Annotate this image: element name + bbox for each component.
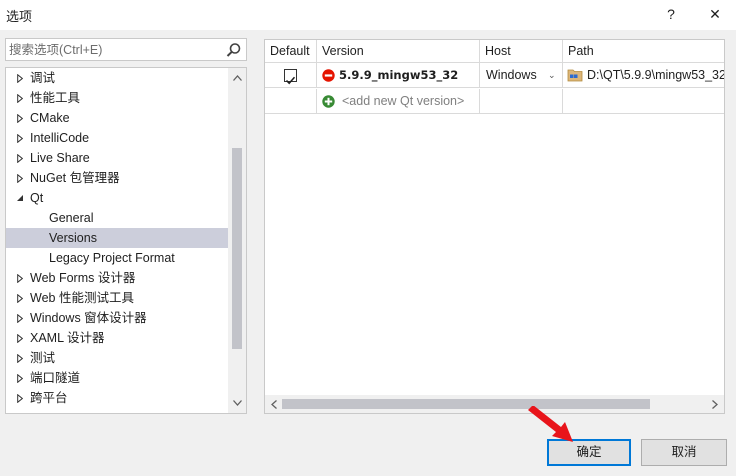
collapsed-arrow-icon[interactable] xyxy=(14,148,26,168)
scroll-down-icon[interactable] xyxy=(231,397,243,409)
tree-item[interactable]: Web 性能测试工具 xyxy=(6,288,228,308)
tree-item-label: Windows 窗体设计器 xyxy=(30,311,147,325)
scroll-left-icon[interactable] xyxy=(268,398,280,410)
collapsed-arrow-icon[interactable] xyxy=(14,268,26,288)
tree-scroll-thumb[interactable] xyxy=(232,148,242,349)
tree-item[interactable]: Legacy Project Format xyxy=(6,248,228,268)
expanded-arrow-icon[interactable] xyxy=(14,188,26,208)
options-search-box[interactable] xyxy=(5,38,247,61)
column-header-version[interactable]: Version xyxy=(316,40,479,63)
tree-vertical-scrollbar[interactable] xyxy=(228,68,246,413)
column-header-host[interactable]: Host xyxy=(479,40,562,63)
tree-item-label: Web Forms 设计器 xyxy=(30,271,136,285)
error-icon xyxy=(322,69,335,82)
tree-item-label: NuGet 包管理器 xyxy=(30,171,120,185)
tree-item[interactable]: Windows 窗体设计器 xyxy=(6,308,228,328)
tree-item-label: Live Share xyxy=(30,151,90,165)
tree-item[interactable]: IntelliCode xyxy=(6,128,228,148)
tree-item-label: Versions xyxy=(49,231,97,245)
tree-item[interactable]: 测试 xyxy=(6,348,228,368)
options-tree[interactable]: 调试性能工具 CMake IntelliCode Live Share NuGet 包管… xyxy=(5,67,247,414)
add-version-cell[interactable]: <add new Qt version> xyxy=(316,89,479,114)
search-icon[interactable] xyxy=(225,41,243,59)
tree-item[interactable]: NuGet 包管理器 xyxy=(6,168,228,188)
collapsed-arrow-icon[interactable] xyxy=(14,128,26,148)
grid-horizontal-scrollbar[interactable] xyxy=(265,395,724,413)
default-cell[interactable] xyxy=(265,63,316,88)
qt-versions-grid[interactable]: Default Version Host Path 5.9.9_mingw53_… xyxy=(264,39,725,414)
scroll-up-icon[interactable] xyxy=(231,72,243,84)
collapsed-arrow-icon[interactable] xyxy=(14,388,26,408)
tree-item[interactable]: XAML 设计器 xyxy=(6,328,228,348)
chevron-down-icon[interactable]: ⌄ xyxy=(548,63,556,88)
collapsed-arrow-icon[interactable] xyxy=(14,108,26,128)
tree-item[interactable]: Live Share xyxy=(6,148,228,168)
collapsed-arrow-icon[interactable] xyxy=(14,308,26,328)
tree-item[interactable]: Versions xyxy=(6,228,228,248)
tree-item[interactable]: 端口隧道 xyxy=(6,368,228,388)
host-cell xyxy=(479,89,562,114)
tree-item-label: Legacy Project Format xyxy=(49,251,175,265)
collapsed-arrow-icon[interactable] xyxy=(14,348,26,368)
tree-item-label: Web 性能测试工具 xyxy=(30,291,134,305)
add-icon[interactable] xyxy=(322,95,335,108)
tree-item[interactable]: General xyxy=(6,208,228,228)
cancel-button[interactable]: 取消 xyxy=(641,439,727,466)
collapsed-arrow-icon[interactable] xyxy=(14,68,26,88)
tree-item-label: 端口隧道 xyxy=(30,371,81,385)
tree-item-label: IntelliCode xyxy=(30,131,90,145)
window-title: 选项 xyxy=(6,9,33,24)
path-cell[interactable]: D:\QT\5.9.9\mingw53_32 xyxy=(562,63,725,88)
tree-item-label: 测试 xyxy=(30,351,56,365)
path-cell xyxy=(562,89,724,114)
folder-icon[interactable] xyxy=(567,68,583,82)
add-version-link[interactable]: <add new Qt version> xyxy=(342,89,464,114)
column-header-path[interactable]: Path xyxy=(562,40,724,63)
table-row[interactable]: <add new Qt version> xyxy=(265,89,724,114)
path-value: D:\QT\5.9.9\mingw53_32 xyxy=(587,68,725,82)
tree-item[interactable]: Web Forms 设计器 xyxy=(6,268,228,288)
column-header-default[interactable]: Default xyxy=(265,40,316,63)
collapsed-arrow-icon[interactable] xyxy=(14,168,26,188)
search-input[interactable] xyxy=(9,41,219,59)
tree-item[interactable]: 调试 xyxy=(6,68,228,88)
grid-header: Default Version Host Path xyxy=(265,40,724,63)
host-value: Windows xyxy=(486,68,537,82)
version-cell[interactable]: 5.9.9_mingw53_32 xyxy=(316,63,479,88)
scroll-right-icon[interactable] xyxy=(709,398,721,410)
collapsed-arrow-icon[interactable] xyxy=(14,88,26,108)
options-tree-list: 调试性能工具 CMake IntelliCode Live Share NuGet 包管… xyxy=(6,68,228,408)
grid-scroll-thumb[interactable] xyxy=(282,399,650,409)
tree-item-label: 跨平台 xyxy=(30,391,68,405)
default-cell xyxy=(265,89,316,114)
tree-item-label: XAML 设计器 xyxy=(30,331,105,345)
tree-item-label: 调试 xyxy=(30,71,56,85)
host-cell[interactable]: Windows ⌄ xyxy=(479,63,562,88)
tree-item-label: General xyxy=(49,211,94,225)
tree-item[interactable]: 跨平台 xyxy=(6,388,228,408)
help-button[interactable]: ? xyxy=(654,2,688,26)
tree-item[interactable]: CMake xyxy=(6,108,228,128)
checkmark-icon xyxy=(285,76,296,85)
version-name: 5.9.9_mingw53_32 xyxy=(339,68,459,82)
annotation-arrow-icon xyxy=(528,406,573,442)
table-row[interactable]: 5.9.9_mingw53_32 Windows ⌄ D:\QT\5.9.9\m… xyxy=(265,63,725,88)
default-checkbox[interactable] xyxy=(284,69,297,85)
collapsed-arrow-icon[interactable] xyxy=(14,328,26,348)
tree-item[interactable]: Qt xyxy=(6,188,228,208)
collapsed-arrow-icon[interactable] xyxy=(14,368,26,388)
tree-item[interactable]: 性能工具 xyxy=(6,88,228,108)
tree-item-label: 性能工具 xyxy=(30,91,81,105)
close-button[interactable]: ✕ xyxy=(698,2,732,26)
collapsed-arrow-icon[interactable] xyxy=(14,288,26,308)
title-bar: 选项 ? ✕ xyxy=(0,0,736,30)
tree-item-label: CMake xyxy=(30,111,70,125)
tree-item-label: Qt xyxy=(30,191,44,205)
